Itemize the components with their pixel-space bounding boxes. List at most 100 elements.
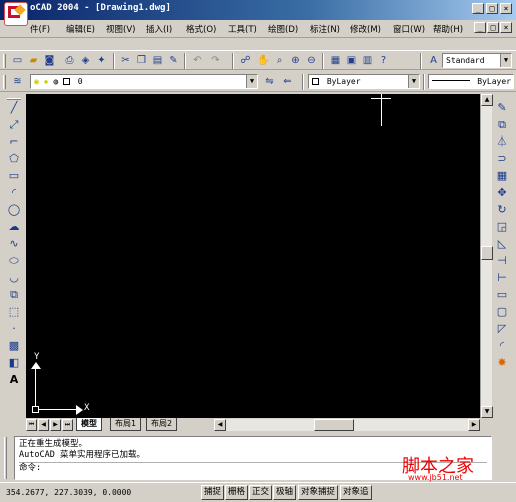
circle-icon[interactable]: ◯ (6, 202, 22, 218)
doc-close-button[interactable]: × (500, 22, 512, 33)
rotate-icon[interactable]: ↻ (494, 202, 510, 218)
erase-icon[interactable]: ✎ (494, 100, 510, 116)
construction-line-icon[interactable]: ⤢ (6, 117, 22, 133)
chevron-down-icon[interactable]: ▼ (246, 75, 257, 88)
chevron-down-icon[interactable]: ▼ (408, 75, 419, 88)
scroll-right-icon[interactable]: ▶ (468, 419, 480, 431)
title-bar[interactable]: oCAD 2004 - [Drawing1.dwg] _ □ × (0, 0, 516, 20)
menu-modify[interactable]: 修改(M) (350, 23, 381, 35)
offset-icon[interactable]: ⊃ (494, 151, 510, 167)
copy-object-icon[interactable]: ⧉ (494, 117, 510, 133)
grid-toggle[interactable]: 栅格 (225, 485, 249, 500)
paste-icon[interactable]: ▤ (150, 53, 165, 68)
layer-previous-icon[interactable]: ⇐ (280, 74, 295, 89)
last-tab-icon[interactable]: ⏭ (62, 419, 73, 431)
pan-icon[interactable]: ✋ (256, 53, 271, 68)
text-style-select[interactable]: Standard ▼ (442, 53, 512, 68)
toolbar-grip[interactable] (3, 75, 6, 89)
array-icon[interactable]: ▦ (494, 168, 510, 184)
properties-icon[interactable]: ▦ (328, 53, 343, 68)
scroll-left-icon[interactable]: ◀ (214, 419, 226, 431)
join-icon[interactable]: ▢ (494, 304, 510, 320)
zoom-window-icon[interactable]: ⊕ (288, 53, 303, 68)
command-window-grip[interactable] (4, 437, 7, 479)
tab-model[interactable]: 模型 (76, 418, 102, 431)
hatch-icon[interactable]: ▩ (6, 338, 22, 354)
scroll-up-icon[interactable]: ▲ (481, 94, 493, 106)
text-style-icon[interactable]: A (426, 53, 441, 68)
revision-cloud-icon[interactable]: ☁ (6, 219, 22, 235)
menu-tools[interactable]: 工具(T) (228, 23, 257, 35)
design-center-icon[interactable]: ▣ (344, 53, 359, 68)
break-icon[interactable]: ▭ (494, 287, 510, 303)
doc-minimize-button[interactable]: _ (474, 22, 486, 33)
plot-preview-icon[interactable]: ◈ (78, 53, 93, 68)
redo-icon[interactable]: ↷ (208, 53, 223, 68)
restore-button[interactable]: □ (486, 3, 498, 14)
ellipse-icon[interactable]: ⬭ (6, 253, 22, 269)
zoom-realtime-icon[interactable]: ⌕ (272, 53, 287, 68)
move-icon[interactable]: ✥ (494, 185, 510, 201)
insert-block-icon[interactable]: ⧉ (6, 287, 22, 303)
menu-insert[interactable]: 插入(I) (146, 23, 172, 35)
tool-palettes-icon[interactable]: ▥ (360, 53, 375, 68)
print-icon[interactable]: ⎙ (62, 53, 77, 68)
match-properties-icon[interactable]: ✎ (166, 53, 181, 68)
polar-toggle[interactable]: 极轴 (273, 485, 297, 500)
polyline-icon[interactable]: ⌐ (6, 134, 22, 150)
polygon-icon[interactable]: ⬠ (6, 151, 22, 167)
next-tab-icon[interactable]: ▶ (50, 419, 61, 431)
fillet-icon[interactable]: ◜ (494, 338, 510, 354)
scroll-down-icon[interactable]: ▼ (481, 406, 493, 418)
horizontal-scroll-thumb[interactable] (314, 419, 354, 431)
horizontal-scrollbar[interactable]: ◀ ▶ (214, 419, 480, 431)
menu-dimension[interactable]: 标注(N) (310, 23, 340, 35)
mirror-icon[interactable]: ⏃ (494, 134, 510, 150)
explode-icon[interactable]: ✸ (494, 355, 510, 371)
multiline-text-icon[interactable]: A (6, 372, 22, 388)
cut-icon[interactable]: ✂ (118, 53, 133, 68)
layer-manager-icon[interactable]: ≋ (10, 74, 25, 89)
autocad-logo-icon[interactable] (4, 2, 28, 26)
hyperlink-icon[interactable]: ☍ (238, 53, 253, 68)
stretch-icon[interactable]: ◺ (494, 236, 510, 252)
first-tab-icon[interactable]: ⏮ (26, 419, 37, 431)
rectangle-icon[interactable]: ▭ (6, 168, 22, 184)
otrack-toggle[interactable]: 对象追 (340, 485, 372, 500)
extend-icon[interactable]: ⊢ (494, 270, 510, 286)
line-icon[interactable]: ╱ (6, 100, 22, 116)
make-layer-current-icon[interactable]: ⇋ (262, 74, 277, 89)
toolbar-grip[interactable] (3, 54, 6, 68)
linetype-select[interactable]: ByLayer (428, 74, 514, 89)
undo-icon[interactable]: ↶ (190, 53, 205, 68)
tab-layout2[interactable]: 布局2 (146, 418, 178, 431)
region-icon[interactable]: ◧ (6, 355, 22, 371)
osnap-toggle[interactable]: 对象捕捉 (298, 485, 339, 500)
zoom-previous-icon[interactable]: ⊖ (304, 53, 319, 68)
menu-format[interactable]: 格式(O) (186, 23, 216, 35)
chamfer-icon[interactable]: ◸ (494, 321, 510, 337)
save-icon[interactable]: ◙ (42, 53, 57, 68)
tab-layout1[interactable]: 布局1 (110, 418, 142, 431)
make-block-icon[interactable]: ⬚ (6, 304, 22, 320)
coordinate-readout[interactable]: 354.2677, 227.3039, 0.0000 (6, 488, 131, 497)
new-file-icon[interactable]: ▭ (10, 53, 25, 68)
drawing-area[interactable]: Y X (26, 94, 480, 418)
point-icon[interactable]: · (6, 321, 22, 337)
ortho-toggle[interactable]: 正交 (249, 485, 273, 500)
doc-restore-button[interactable]: □ (487, 22, 499, 33)
menu-edit[interactable]: 编辑(E) (66, 23, 95, 35)
menu-window[interactable]: 窗口(W) (393, 23, 425, 35)
menu-file[interactable]: 件(F) (30, 23, 50, 35)
copy-icon[interactable]: ❐ (134, 53, 149, 68)
layer-select[interactable]: ◉ ✹ ◍ 0 ▼ (30, 74, 258, 89)
trim-icon[interactable]: ⊣ (494, 253, 510, 269)
menu-draw[interactable]: 绘图(D) (268, 23, 298, 35)
color-select[interactable]: ByLayer ▼ (308, 74, 420, 89)
snap-toggle[interactable]: 捕捉 (201, 485, 225, 500)
spline-icon[interactable]: ∿ (6, 236, 22, 252)
prev-tab-icon[interactable]: ◀ (38, 419, 49, 431)
arc-icon[interactable]: ◜ (6, 185, 22, 201)
vertical-scroll-thumb[interactable] (481, 246, 493, 260)
close-button[interactable]: × (500, 3, 512, 14)
